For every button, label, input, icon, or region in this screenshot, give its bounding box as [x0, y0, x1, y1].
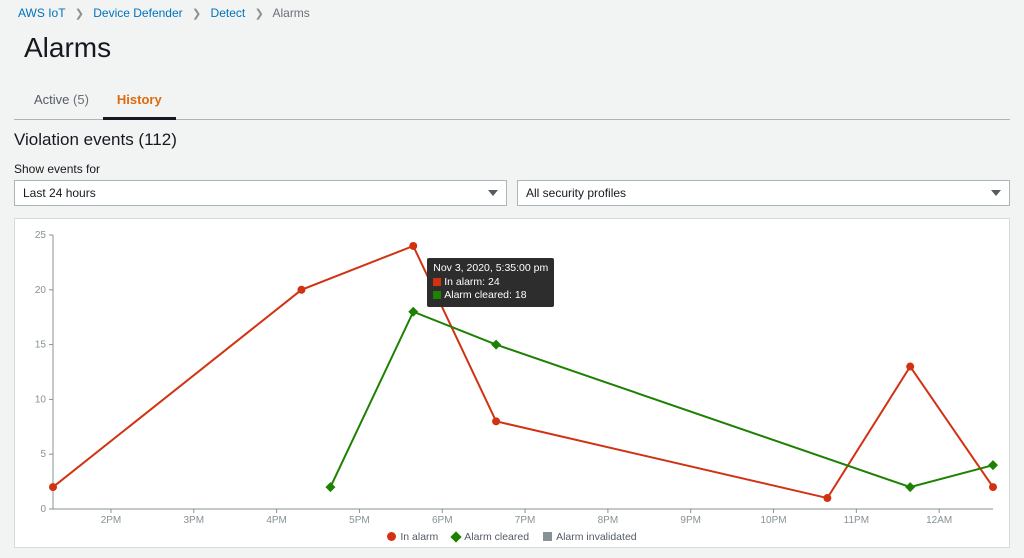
chevron-right-icon: ❯ — [192, 8, 201, 20]
legend-invalidated: Alarm invalidated — [543, 531, 637, 543]
svg-text:10: 10 — [35, 394, 47, 405]
tab-history-label: History — [117, 92, 162, 107]
svg-text:9PM: 9PM — [680, 515, 701, 526]
breadcrumb-device-defender[interactable]: Device Defender — [93, 6, 182, 20]
svg-text:8PM: 8PM — [598, 515, 619, 526]
legend-cleared: Alarm cleared — [452, 531, 529, 543]
svg-text:25: 25 — [35, 230, 47, 241]
section-title: Violation events (112) — [14, 130, 1010, 150]
svg-text:5: 5 — [40, 449, 46, 460]
legend-in-alarm: In alarm — [387, 531, 438, 543]
chart-legend: In alarm Alarm cleared Alarm invalidated — [23, 527, 1001, 543]
page-title: Alarms — [0, 22, 1024, 82]
svg-text:6PM: 6PM — [432, 515, 453, 526]
svg-text:20: 20 — [35, 285, 47, 296]
svg-text:3PM: 3PM — [184, 515, 205, 526]
violation-events-section: Violation events (112) Show events for L… — [0, 120, 1024, 206]
svg-text:10PM: 10PM — [760, 515, 786, 526]
chart-panel: 0 5 10 15 20 25 2PM 3PM 4PM 5PM 6PM 7PM 8PM 9PM 10PM 11… — [14, 218, 1010, 548]
tab-active[interactable]: Active (5) — [20, 82, 103, 119]
breadcrumb-aws-iot[interactable]: AWS IoT — [18, 6, 65, 20]
tabs-bar: Active (5) History — [14, 82, 1010, 120]
chevron-right-icon: ❯ — [75, 8, 84, 20]
svg-text:2PM: 2PM — [101, 515, 122, 526]
filters-label: Show events for — [14, 162, 1010, 176]
svg-text:4PM: 4PM — [266, 515, 287, 526]
svg-text:5PM: 5PM — [349, 515, 370, 526]
svg-text:11PM: 11PM — [844, 515, 869, 526]
breadcrumb-detect[interactable]: Detect — [211, 6, 246, 20]
time-range-value: Last 24 hours — [23, 186, 96, 200]
chevron-down-icon — [991, 190, 1001, 196]
violation-chart[interactable]: 0 5 10 15 20 25 2PM 3PM 4PM 5PM 6PM 7PM 8PM 9PM 10PM 11… — [23, 229, 1003, 527]
svg-text:12AM: 12AM — [926, 515, 952, 526]
svg-text:0: 0 — [40, 504, 46, 515]
tab-active-label: Active — [34, 92, 69, 107]
breadcrumb: AWS IoT ❯ Device Defender ❯ Detect ❯ Ala… — [0, 0, 1024, 22]
svg-text:15: 15 — [35, 340, 47, 351]
security-profile-select[interactable]: All security profiles — [517, 180, 1010, 206]
chevron-down-icon — [488, 190, 498, 196]
breadcrumb-current: Alarms — [272, 6, 309, 20]
tab-active-count: (5) — [73, 92, 89, 107]
svg-text:7PM: 7PM — [515, 515, 536, 526]
chevron-right-icon: ❯ — [255, 8, 264, 20]
security-profile-value: All security profiles — [526, 186, 626, 200]
time-range-select[interactable]: Last 24 hours — [14, 180, 507, 206]
tab-history[interactable]: History — [103, 82, 176, 120]
